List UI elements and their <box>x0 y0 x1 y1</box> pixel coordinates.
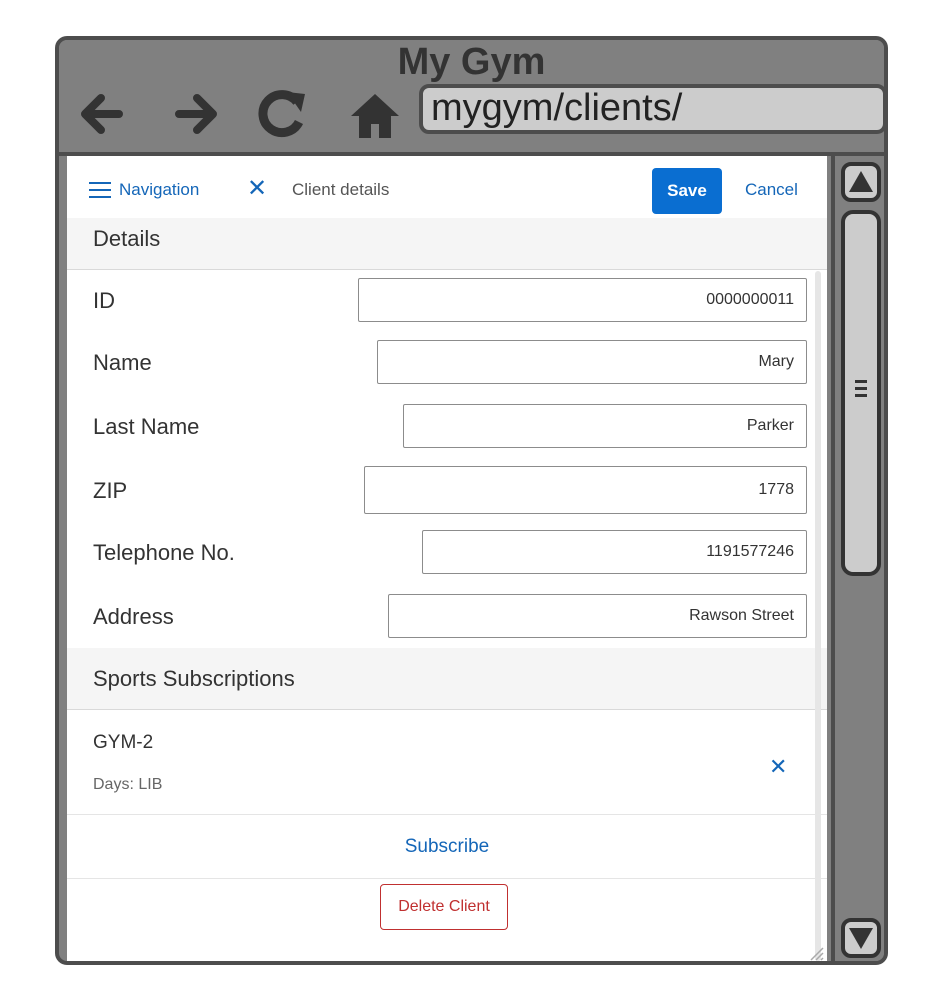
forward-arrow-icon[interactable] <box>167 84 227 144</box>
form-row-id: ID <box>67 270 827 333</box>
resize-grip-icon[interactable] <box>805 942 825 962</box>
details-section-header: Details <box>67 218 827 270</box>
triangle-up-icon <box>849 171 873 192</box>
field-label: Telephone No. <box>93 540 235 565</box>
scroll-thumb[interactable] <box>841 210 881 576</box>
form-row-name: Name <box>67 332 827 397</box>
inner-scrollbar[interactable] <box>815 271 821 961</box>
navigation-button[interactable]: Navigation <box>89 180 199 200</box>
form-row-last-name: Last Name <box>67 396 827 461</box>
back-arrow-icon[interactable] <box>71 84 131 144</box>
reload-icon[interactable] <box>253 84 313 144</box>
scroll-down-button[interactable] <box>841 918 881 958</box>
navigation-label: Navigation <box>119 180 200 199</box>
page-title: Client details <box>292 180 390 199</box>
form-row-zip: ZIP <box>67 460 827 523</box>
field-label: Address <box>93 604 174 629</box>
zip-input[interactable] <box>364 466 807 514</box>
triangle-down-icon <box>849 928 873 949</box>
home-icon[interactable] <box>345 84 405 144</box>
app-header: Navigation ✕ Client details Save Cancel <box>67 156 827 219</box>
window-title: My Gym <box>397 41 546 83</box>
scroll-up-button[interactable] <box>841 162 881 202</box>
browser-window: My Gym mygym/clients/ Navigation ✕ Clien… <box>55 36 888 965</box>
id-input[interactable] <box>358 278 807 322</box>
field-label: ZIP <box>93 478 128 503</box>
hamburger-menu-icon <box>89 182 111 198</box>
name-input[interactable] <box>377 340 807 384</box>
subscribe-row: Subscribe <box>67 814 827 879</box>
field-label: ID <box>93 288 115 313</box>
close-icon[interactable]: ✕ <box>247 174 267 203</box>
browser-scrollbar[interactable] <box>831 156 884 961</box>
cancel-button[interactable]: Cancel <box>745 180 798 200</box>
delete-client-button[interactable]: Delete Client <box>380 884 508 930</box>
subscription-title: GYM-2 <box>93 732 154 753</box>
subscribe-link[interactable]: Subscribe <box>67 836 827 858</box>
page-content: Navigation ✕ Client details Save Cancel … <box>67 156 827 962</box>
address-bar[interactable]: mygym/clients/ <box>419 84 884 134</box>
form-row-telephone: Telephone No. <box>67 522 827 587</box>
remove-subscription-icon[interactable]: ✕ <box>769 754 787 780</box>
browser-toolbar: My Gym mygym/clients/ <box>59 40 884 156</box>
subscriptions-section-header: Sports Subscriptions <box>67 648 827 710</box>
subscription-days: Days: LIB <box>93 776 163 793</box>
form-row-address: Address <box>67 586 827 649</box>
grip-lines-icon <box>855 380 867 397</box>
field-label: Name <box>93 350 152 375</box>
telephone-input[interactable] <box>422 530 807 574</box>
subscription-item: GYM-2 Days: LIB ✕ <box>67 710 827 815</box>
field-label: Last Name <box>93 414 200 439</box>
address-input[interactable] <box>388 594 807 638</box>
last-name-input[interactable] <box>403 404 807 448</box>
save-button[interactable]: Save <box>652 168 722 214</box>
